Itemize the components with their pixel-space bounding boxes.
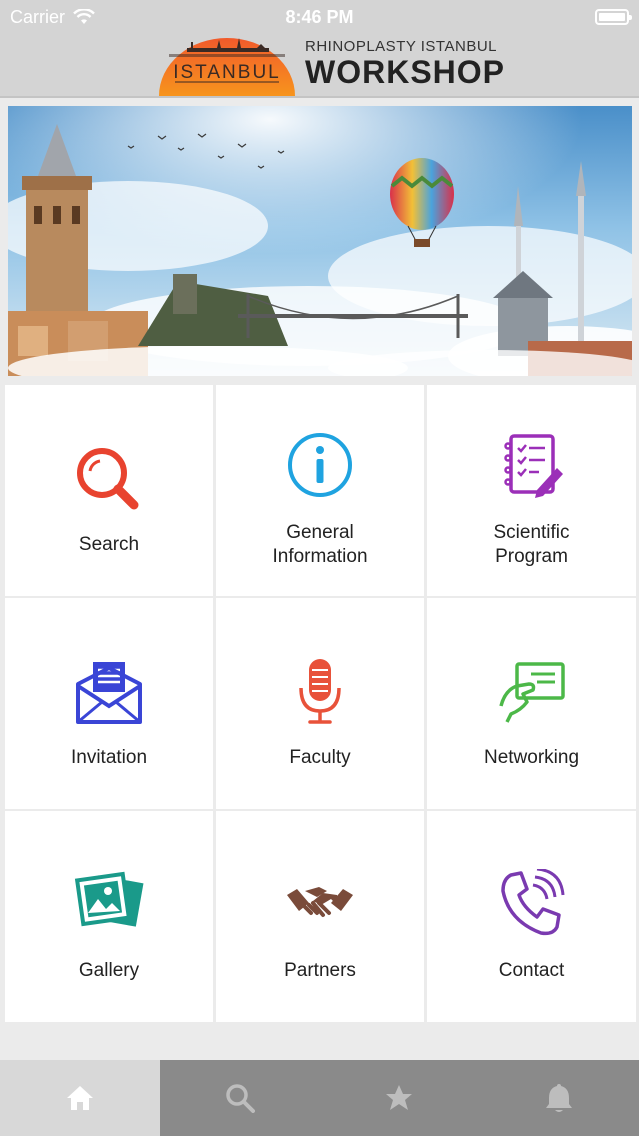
menu-label-partners: Partners xyxy=(284,960,356,981)
search-icon xyxy=(77,448,139,510)
menu-label-networking: Networking xyxy=(483,747,580,768)
menu-tile-gallery[interactable]: Gallery xyxy=(5,811,213,1022)
menu-label-contact: Contact xyxy=(498,960,565,981)
tab-bar xyxy=(0,1060,639,1136)
app-header: ISTANBUL RHINOPLASTY ISTANBUL WORKSHOP xyxy=(0,34,639,98)
menu-tile-invitation[interactable]: Invitation xyxy=(5,598,213,809)
status-left: Carrier xyxy=(10,7,95,28)
search-icon xyxy=(225,1084,255,1113)
menu-label-invitation: Invitation xyxy=(70,747,148,768)
battery-icon xyxy=(595,9,632,25)
istanbul-banner-image xyxy=(8,106,632,376)
istanbul-logo-badge: ISTANBUL xyxy=(159,38,295,96)
carrier-label: Carrier xyxy=(10,6,66,27)
menu-label-gallery: Gallery xyxy=(78,960,140,981)
menu-tile-general-information[interactable]: General Information xyxy=(216,385,424,596)
logo-badge-text: ISTANBUL xyxy=(173,62,281,83)
status-bar: Carrier 8:46 PM xyxy=(0,0,639,34)
phone-icon xyxy=(500,869,564,936)
home-icon xyxy=(66,1086,93,1110)
checklist-icon xyxy=(503,434,563,498)
tab-search[interactable] xyxy=(160,1060,320,1136)
microphone-icon xyxy=(299,659,341,724)
logo-text: RHINOPLASTY ISTANBUL WORKSHOP xyxy=(305,38,505,89)
menu-label-faculty: Faculty xyxy=(289,747,351,768)
envelope-icon xyxy=(76,662,142,724)
bell-icon xyxy=(546,1084,573,1112)
star-icon xyxy=(386,1085,413,1110)
business-card-icon xyxy=(498,662,565,723)
tab-notifications[interactable] xyxy=(479,1060,639,1136)
tab-favorites[interactable] xyxy=(320,1060,480,1136)
menu-tile-partners[interactable]: Partners xyxy=(216,811,424,1022)
logo-subtitle: RHINOPLASTY ISTANBUL xyxy=(305,38,497,55)
menu-label-general-information: General Information xyxy=(272,522,368,567)
photos-icon xyxy=(74,871,144,927)
menu-label-search: Search xyxy=(78,534,140,555)
tab-home[interactable] xyxy=(0,1060,160,1136)
menu-grid: Search General Information Scientific Pr… xyxy=(5,385,636,1022)
menu-tile-search[interactable]: Search xyxy=(5,385,213,596)
menu-tile-faculty[interactable]: Faculty xyxy=(216,598,424,809)
wifi-icon xyxy=(73,9,95,24)
handshake-icon xyxy=(287,887,353,917)
info-icon xyxy=(288,433,352,497)
menu-label-scientific-program: Scientific Program xyxy=(493,522,570,567)
logo-title: WORKSHOP xyxy=(305,54,505,90)
menu-tile-scientific-program[interactable]: Scientific Program xyxy=(427,385,636,596)
menu-tile-contact[interactable]: Contact xyxy=(427,811,636,1022)
status-time: 8:46 PM xyxy=(285,6,354,27)
menu-tile-networking[interactable]: Networking xyxy=(427,598,636,809)
